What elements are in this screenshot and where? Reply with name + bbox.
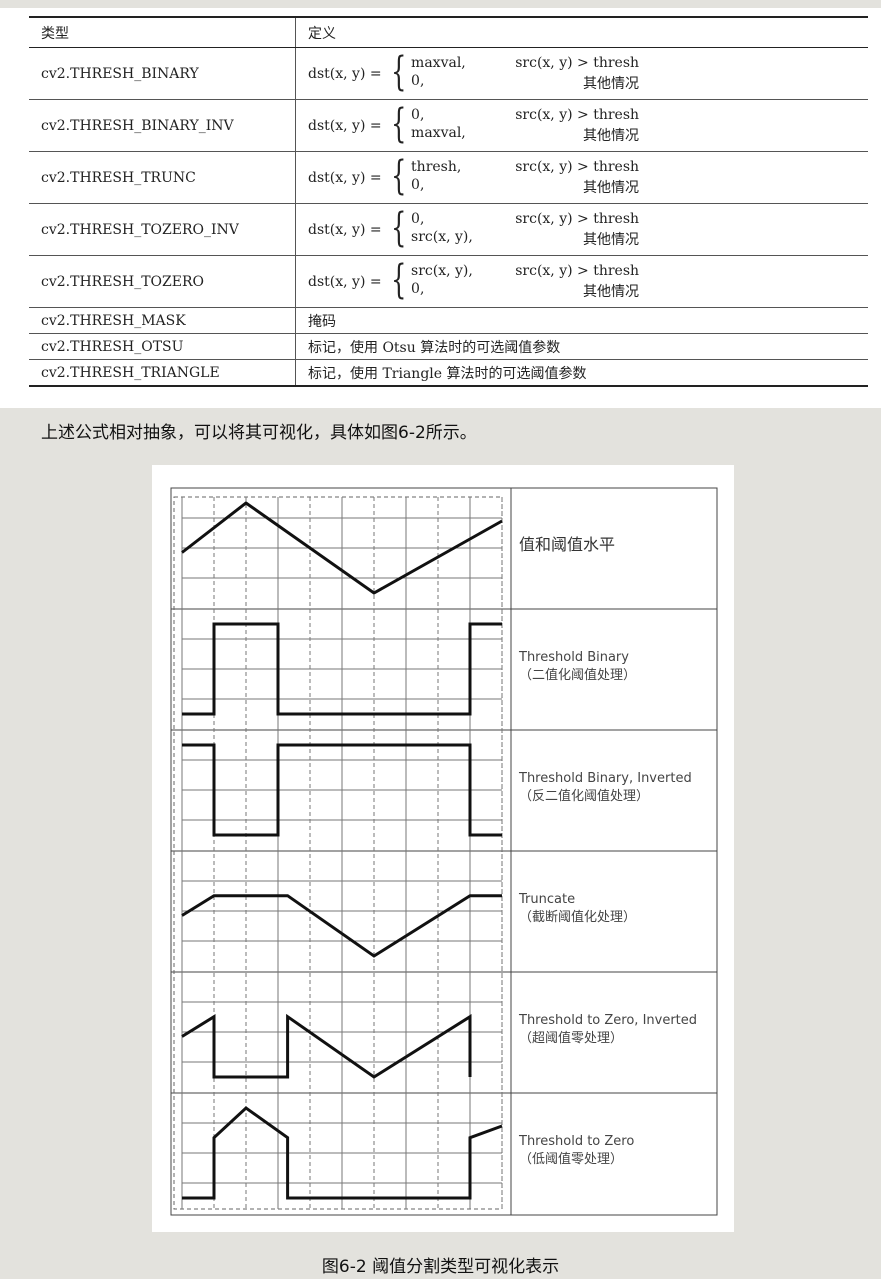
formula-lhs: dst(x, y) = xyxy=(308,117,382,134)
top-strip xyxy=(0,0,881,8)
definition-cell: 掩码 xyxy=(295,307,868,334)
case-value: src(x, y), xyxy=(411,262,473,279)
case-value: 0, xyxy=(411,210,425,227)
intro-paragraph: 上述公式相对抽象，可以将其可视化，具体如图6-2所示。 xyxy=(41,423,477,443)
header-definition: 定义 xyxy=(295,16,868,48)
formula-cases: maxval, src(x, y) > thresh 0, 其他情况 xyxy=(411,55,639,93)
formula-lhs: dst(x, y) = xyxy=(308,65,382,82)
type-cell: cv2.THRESH_TRIANGLE xyxy=(29,359,296,387)
case-value: src(x, y), xyxy=(411,228,473,245)
case-value: maxval, xyxy=(411,54,466,71)
definition-cell: dst(x, y) = {0, src(x, y) > thresh src(x, y… xyxy=(295,203,868,256)
table-row: cv2.THRESH_TOZERO dst(x, y) ={src(x, y), s… xyxy=(29,255,868,308)
case-condition: src(x, y) > thresh xyxy=(515,262,640,279)
formula-lhs: dst(x, y) = xyxy=(308,221,382,238)
formula-cases: 0, src(x, y) > thresh src(x, y), 其他情况 xyxy=(411,211,639,249)
formula-cases: 0, src(x, y) > thresh maxval, 其他情况 xyxy=(411,107,639,145)
type-cell: cv2.THRESH_MASK xyxy=(29,307,296,334)
brace-symbol: { xyxy=(390,204,406,251)
panel-label-en: Threshold to Zero, Inverted xyxy=(518,1013,697,1028)
panel-label-en: Threshold Binary xyxy=(518,650,629,665)
table-header-row: 类型 定义 xyxy=(29,16,868,48)
case-condition: 其他情况 xyxy=(583,179,640,196)
brace-symbol: { xyxy=(390,100,406,147)
formula-cases: thresh, src(x, y) > thresh 0, 其他情况 xyxy=(411,159,639,197)
case-condition: 其他情况 xyxy=(583,283,640,300)
figure-card: 值和阈值水平 Threshold Binary （二值化阈值处理） Threshold… xyxy=(152,465,734,1232)
case-value: 0, xyxy=(411,106,425,123)
definition-cell: 标记，使用 Otsu 算法时的可选阈值参数 xyxy=(295,333,868,360)
case-value: maxval, xyxy=(411,124,466,141)
formula-cases: src(x, y), src(x, y) > thresh 0, 其他情况 xyxy=(411,263,639,301)
panel-label-cn: （低阈值零处理） xyxy=(519,1151,623,1167)
panel-label-cn: （超阈值零处理） xyxy=(519,1030,623,1046)
case-condition: src(x, y) > thresh xyxy=(515,158,640,175)
plot-dashed-boundary xyxy=(173,496,503,1210)
threshold-types-table: 类型 定义 cv2.THRESH_BINARY dst(x, y) ={maxva… xyxy=(29,16,868,387)
threshold-table-card: 类型 定义 cv2.THRESH_BINARY dst(x, y) ={maxva… xyxy=(0,0,881,408)
case-condition: 其他情况 xyxy=(583,75,640,92)
case-condition: src(x, y) > thresh xyxy=(515,106,640,123)
case-value: 0, xyxy=(411,280,425,297)
type-cell: cv2.THRESH_TRUNC xyxy=(29,151,296,204)
panel-label-cn: （反二值化阈值处理） xyxy=(519,788,649,804)
case-condition: src(x, y) > thresh xyxy=(515,210,640,227)
panel-label-cn: （二值化阈值处理） xyxy=(519,667,636,683)
brace-symbol: { xyxy=(390,256,406,303)
panel-label-cn: （截断阈值化处理） xyxy=(519,909,636,925)
table-row: cv2.THRESH_MASK 掩码 xyxy=(29,307,868,334)
table-row: cv2.THRESH_TRUNC dst(x, y) = { thresh, src(x… xyxy=(29,151,868,204)
case-value: thresh, xyxy=(411,158,462,175)
brace-symbol: { xyxy=(390,152,406,199)
table-row: cv2.THRESH_BINARY dst(x, y) = { maxval, src(… xyxy=(29,47,868,100)
type-cell: cv2.THRESH_BINARY xyxy=(29,47,296,100)
type-cell: cv2.THRESH_TOZERO xyxy=(29,255,296,308)
table-row: cv2.THRESH_BINARY_INV dst(x, y) = {0, src(x… xyxy=(29,99,868,152)
type-cell: cv2.THRESH_BINARY_INV xyxy=(29,99,296,152)
panel-label-en: Threshold Binary, Inverted xyxy=(518,771,692,786)
definition-cell: dst(x, y) = { src(x, y), src(x, y) > thresh… xyxy=(295,255,868,308)
definition-cell: dst(x, y) = {0, src(x, y) > thresh maxval, 其… xyxy=(295,99,868,152)
definition-cell: 标记，使用 Triangle 算法时的可选阈值参数 xyxy=(295,359,868,387)
table-row: cv2.THRESH_OTSU 标记，使用 Otsu 算法时的可选阈值参数 xyxy=(29,333,868,360)
table-row: cv2.THRESH_TRIANGLE 标记，使用 Triangle 算法时的可选… xyxy=(29,359,868,387)
case-value: 0, xyxy=(411,176,425,193)
formula-lhs: dst(x, y) = xyxy=(308,169,382,186)
tozero-inverted-signal-curve xyxy=(181,1013,472,1079)
case-value: 0, xyxy=(411,72,425,89)
panel-label-cn: 值和阈值水平 xyxy=(519,535,615,554)
definition-cell: dst(x, y) = { maxval, src(x, y) > thresh 0, 其… xyxy=(295,47,868,100)
brace-symbol: { xyxy=(390,48,406,95)
type-cell: cv2.THRESH_TOZERO_INV xyxy=(29,203,296,256)
panel-label-en: Threshold to Zero xyxy=(518,1134,634,1149)
figure-caption: 图6-2 阈值分割类型可视化表示 xyxy=(321,1257,560,1277)
header-type: 类型 xyxy=(29,16,296,48)
definition-cell: dst(x, y) = { thresh, src(x, y) > thresh 0, 其… xyxy=(295,151,868,204)
case-condition: src(x, y) > thresh xyxy=(515,54,640,71)
table-row: cv2.THRESH_TOZERO_INV dst(x, y) ={0, src(x… xyxy=(29,203,868,256)
case-condition: 其他情况 xyxy=(583,127,640,144)
case-condition: 其他情况 xyxy=(583,231,640,248)
type-cell: cv2.THRESH_OTSU xyxy=(29,333,296,360)
threshold-visualization-figure: 值和阈值水平 Threshold Binary （二值化阈值处理） Threshold… xyxy=(170,487,718,1216)
formula-lhs: dst(x, y) = xyxy=(308,273,382,290)
panel-label-en: Truncate xyxy=(518,892,575,907)
